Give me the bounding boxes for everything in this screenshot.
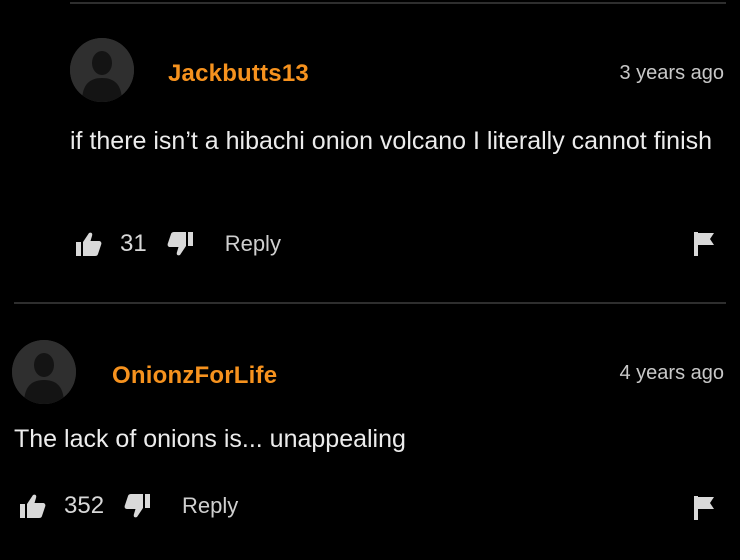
comment-text: The lack of onions is... unappealing	[14, 425, 406, 453]
comment: OnionzForLife 4 years ago The lack of on…	[0, 304, 740, 560]
username[interactable]: Jackbutts13	[168, 60, 309, 88]
username[interactable]: OnionzForLife	[112, 362, 277, 390]
thumbs-down-icon[interactable]	[167, 232, 193, 256]
like-count: 352	[64, 492, 105, 519]
avatar[interactable]	[70, 38, 134, 102]
thumbs-down-icon[interactable]	[124, 494, 151, 518]
like-count: 31	[120, 230, 147, 257]
timestamp: 3 years ago	[619, 62, 724, 84]
thumbs-up-icon[interactable]	[76, 232, 102, 256]
comment-actions: 31 Reply	[76, 226, 281, 262]
flag-icon[interactable]	[694, 232, 716, 256]
default-user-avatar-icon	[12, 340, 76, 404]
avatar[interactable]	[12, 340, 76, 404]
comment-text: if there isn’t a hibachi onion volcano I…	[70, 127, 713, 155]
reply-button[interactable]: Reply	[182, 493, 238, 519]
thumbs-up-icon[interactable]	[20, 494, 46, 518]
timestamp: 4 years ago	[619, 362, 724, 384]
comment: Jackbutts13 3 years ago if there isn’t a…	[0, 0, 740, 300]
comment-actions: 352 Reply	[20, 488, 238, 524]
reply-button[interactable]: Reply	[225, 231, 281, 257]
flag-icon[interactable]	[694, 496, 716, 520]
default-user-avatar-icon	[70, 38, 134, 102]
